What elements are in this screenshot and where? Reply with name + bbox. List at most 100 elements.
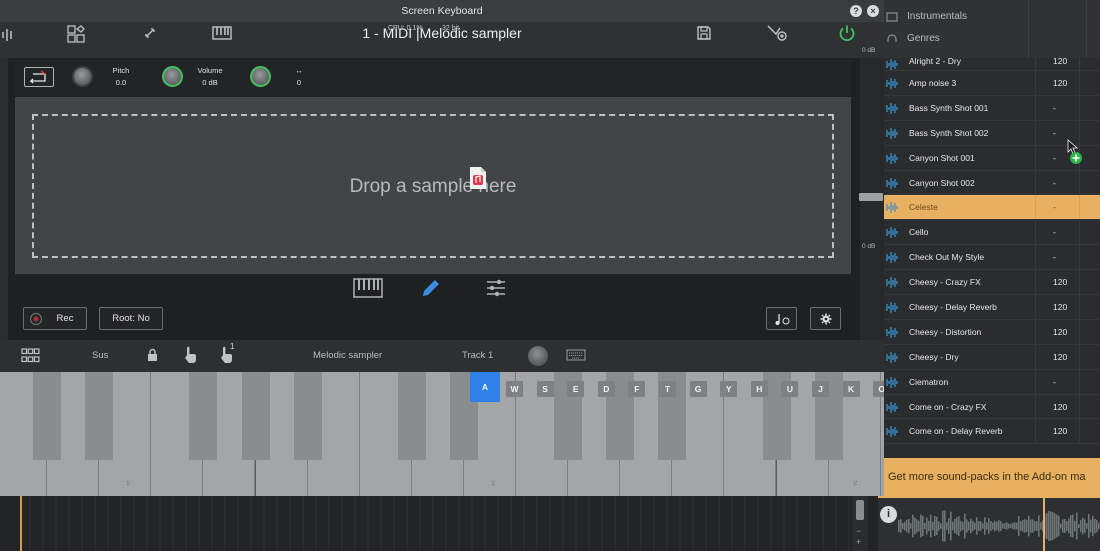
column-divider: [1035, 170, 1036, 195]
column-divider: [1035, 58, 1036, 70]
list-item[interactable]: Come on - Crazy FX 120: [878, 394, 1100, 420]
note-tempo-button[interactable]: [766, 307, 797, 330]
track-name: Track 1: [462, 350, 494, 361]
list-item[interactable]: Cheesy - Dry 120: [878, 344, 1100, 370]
piano-black-key[interactable]: [33, 372, 62, 460]
link-icon[interactable]: [144, 27, 156, 39]
plugin-layout-icon[interactable]: [67, 25, 85, 43]
root-note-button[interactable]: Root: No: [99, 307, 163, 330]
sample-bpm: 120: [1053, 56, 1068, 66]
octave-marker-icon: ⍤: [125, 478, 132, 490]
help-button[interactable]: ?: [850, 5, 862, 17]
list-item[interactable]: Come on - Delay Reverb 120: [878, 419, 1100, 445]
key-shortcut-label: O: [873, 381, 884, 397]
volume-value: 0 dB: [202, 78, 218, 87]
save-icon[interactable]: [696, 25, 712, 41]
settings-sliders-icon[interactable]: [485, 278, 507, 298]
addon-banner[interactable]: Get more sound-packs in the Add-on ma: [878, 458, 1100, 498]
sample-name: Canyon Shot 002: [909, 177, 975, 188]
mouse-cursor-add-icon: [1067, 139, 1082, 164]
sample-bpm: 120: [1053, 401, 1068, 412]
piano-black-key[interactable]: [85, 372, 114, 460]
column-divider: [1035, 344, 1036, 369]
list-item[interactable]: Cheesy - Distortion 120: [878, 319, 1100, 345]
zoom-out-icon[interactable]: −: [856, 526, 861, 536]
vertical-scrollbar[interactable]: − +: [852, 496, 868, 551]
key-shortcut-label: T: [659, 381, 676, 397]
grid-icon[interactable]: [21, 348, 40, 363]
waveform-icon: [886, 277, 898, 289]
key-shortcut-label: Y: [720, 381, 738, 397]
column-divider: [1079, 419, 1080, 444]
routing-icon[interactable]: [766, 24, 788, 42]
velocity-knob[interactable]: [528, 346, 548, 366]
volume-knob[interactable]: [250, 66, 271, 87]
list-item[interactable]: Cello -: [878, 220, 1100, 246]
loop-toggle-button[interactable]: [24, 67, 54, 87]
power-icon[interactable]: [838, 24, 856, 42]
window-titlebar[interactable]: Screen Keyboard ? ×: [0, 0, 884, 22]
sample-preview-waveform[interactable]: [878, 498, 1100, 551]
list-item[interactable]: Ciematron -: [878, 369, 1100, 395]
list-item[interactable]: Celeste -: [878, 195, 1100, 221]
sample-bpm: 120: [1053, 277, 1068, 288]
rec-label: Rec: [56, 313, 74, 324]
scroll-thumb[interactable]: [856, 500, 864, 520]
info-icon[interactable]: i: [880, 506, 897, 523]
sustain-toggle[interactable]: Sus: [92, 350, 108, 361]
column-divider: [1079, 95, 1080, 120]
pitch-knob[interactable]: [162, 66, 183, 87]
column-divider: [1079, 344, 1080, 369]
key-shortcut-label: U: [781, 381, 799, 397]
gear-button[interactable]: [810, 307, 841, 330]
timeline-area[interactable]: [0, 496, 878, 551]
output-volume-slider[interactable]: [859, 193, 883, 201]
hand-pointer-icon[interactable]: [183, 346, 197, 364]
piano-black-key[interactable]: [397, 372, 426, 460]
waveform-icon: [886, 252, 898, 264]
piano-black-key[interactable]: [189, 372, 218, 460]
waveform-icon: [886, 351, 898, 363]
piano-black-key[interactable]: [241, 372, 270, 460]
pan-value: 0: [296, 78, 302, 87]
key-shortcut-label: A: [470, 372, 500, 402]
audio-file-icon: [470, 167, 486, 189]
computer-keyboard-icon[interactable]: [566, 349, 586, 361]
browser-category-genres[interactable]: Genres: [886, 33, 940, 44]
output-volume-value: 0 dB: [862, 243, 876, 250]
piano-icon[interactable]: [212, 26, 232, 40]
mixer-icon[interactable]: [0, 27, 14, 43]
volume-label: Volume: [197, 66, 223, 75]
column-divider: [1035, 71, 1036, 95]
piano-black-key[interactable]: [293, 372, 322, 460]
list-item[interactable]: Cheesy - Delay Reverb 120: [878, 295, 1100, 320]
key-shortcut-label: D: [597, 381, 615, 397]
list-item[interactable]: Amp noise 3 120: [878, 71, 1100, 96]
key-shortcut-label: J: [812, 381, 829, 397]
list-item[interactable]: Canyon Shot 002 -: [878, 170, 1100, 196]
column-divider: [1035, 369, 1036, 394]
browser-category-instrumentals[interactable]: Instrumentals: [886, 11, 967, 22]
sample-bpm: -: [1053, 127, 1056, 138]
lock-icon[interactable]: [147, 348, 158, 361]
column-divider: [1079, 295, 1080, 319]
list-item[interactable]: Bass Synth Shot 001 -: [878, 95, 1100, 121]
column-divider: [1035, 220, 1036, 245]
list-item[interactable]: Cheesy - Crazy FX 120: [878, 270, 1100, 296]
sample-name: Amp noise 3: [909, 77, 957, 88]
tune-knob[interactable]: [72, 66, 93, 87]
keyboard-view-icon[interactable]: [353, 278, 383, 298]
list-item[interactable]: Check Out My Style -: [878, 245, 1100, 271]
loop-icon: [29, 70, 46, 84]
waveform-icon: [886, 401, 898, 413]
pencil-icon[interactable]: [420, 277, 442, 299]
pan-label: ↔: [295, 66, 303, 75]
zoom-in-icon[interactable]: +: [856, 537, 861, 547]
close-button[interactable]: ×: [867, 5, 879, 17]
sample-name: Cheesy - Delay Reverb: [909, 301, 997, 312]
piano-keyboard[interactable]: ⍤ ⍤ ⍤ A W S E D F T G Y H U J K O: [0, 372, 884, 496]
list-item[interactable]: Alright 2 - Dry 120: [878, 56, 1100, 71]
sample-name: Ciematron: [909, 376, 949, 387]
column-divider: [1079, 245, 1080, 270]
rec-button[interactable]: Rec: [23, 307, 87, 330]
